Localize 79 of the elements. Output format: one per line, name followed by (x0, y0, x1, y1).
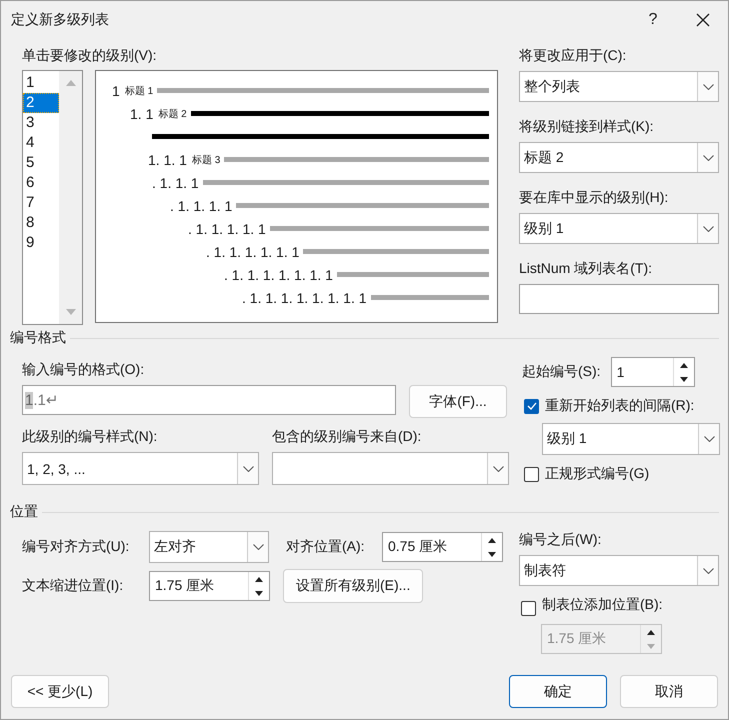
preview-number: . 1. 1. 1. 1. 1. 1 (206, 244, 300, 260)
preview-number: . 1. 1. 1. 1. 1. 1. 1 (224, 266, 333, 282)
cancel-button[interactable]: 取消 (620, 675, 718, 708)
spin-up-icon[interactable] (680, 362, 688, 368)
level-list-label: 单击要修改的级别(V): (22, 47, 158, 65)
chevron-down-icon (492, 466, 504, 472)
aligned-at-label: 对齐位置(A): (286, 538, 366, 556)
help-button[interactable]: ? (628, 2, 678, 38)
preview-style-name: 标题 1 (124, 84, 154, 98)
section-title: 位置 (10, 503, 38, 521)
gallery-level-label: 要在库中显示的级别(H): (519, 189, 670, 207)
level-listbox[interactable]: 1 2 3 4 5 6 7 8 9 (22, 70, 83, 325)
number-style-label: 此级别的编号样式(N): (22, 428, 158, 446)
window-title: 定义新多级列表 (11, 11, 110, 29)
level-item[interactable]: 4 (23, 133, 59, 153)
spin-down-icon[interactable] (680, 376, 688, 382)
chevron-down-icon (702, 154, 714, 160)
level-item[interactable]: 6 (23, 173, 59, 193)
apply-to-dropdown[interactable]: 整个列表 (519, 71, 719, 102)
tab-stop-label: 制表位添加位置(B): (542, 596, 663, 614)
chevron-down-icon (252, 544, 264, 550)
link-style-dropdown[interactable]: 标题 2 (519, 142, 719, 173)
listnum-label: ListNum 域列表名(T): (519, 260, 653, 278)
aligned-at-spinner[interactable]: 0.75 厘米 (382, 532, 503, 562)
link-style-label: 将级别链接到样式(K): (519, 118, 655, 136)
start-at-label: 起始编号(S): (522, 363, 601, 381)
chevron-down-icon (702, 568, 714, 574)
preview-number: 1 (112, 82, 120, 98)
restart-label: 重新开始列表的间隔(R): (545, 397, 694, 415)
chevron-down-icon (242, 466, 254, 472)
alignment-label: 编号对齐方式(U): (22, 538, 130, 556)
start-at-spinner[interactable]: 1 (610, 357, 695, 387)
restart-checkbox[interactable] (524, 398, 539, 414)
apply-to-label: 将更改应用于(C): (519, 47, 628, 65)
spin-down-icon[interactable] (255, 590, 263, 596)
preview-number: 1. 1 (130, 106, 154, 122)
restart-level-dropdown[interactable]: 级别 1 (542, 423, 720, 455)
text-indent-label: 文本缩进位置(I): (22, 577, 124, 595)
preview-number: . 1. 1. 1. 1. 1. 1. 1. 1 (242, 290, 367, 306)
section-title: 编号格式 (10, 329, 66, 347)
follow-number-label: 编号之后(W): (519, 531, 602, 549)
preview-number: . 1. 1. 1 (152, 174, 199, 190)
number-style-dropdown[interactable]: 1, 2, 3, ... (22, 452, 259, 485)
listnum-input[interactable] (519, 284, 719, 314)
close-icon (696, 13, 710, 27)
level-item[interactable]: 8 (23, 213, 59, 233)
legal-numbering-label: 正规形式编号(G) (545, 465, 650, 483)
chevron-down-icon (702, 84, 714, 90)
preview-style-name: 标题 3 (192, 154, 220, 166)
include-level-label: 包含的级别编号来自(D): (272, 428, 422, 446)
spin-up-icon[interactable] (647, 630, 655, 634)
level-item[interactable]: 5 (23, 153, 59, 173)
preview-number: . 1. 1. 1. 1. 1 (188, 220, 266, 236)
level-item[interactable]: 1 (23, 73, 59, 93)
level-item[interactable]: 3 (23, 113, 59, 133)
text-indent-spinner[interactable]: 1.75 厘米 (149, 571, 270, 601)
chevron-down-icon (704, 436, 714, 442)
format-label: 输入编号的格式(O): (22, 361, 146, 379)
spin-up-icon[interactable] (255, 576, 263, 582)
level-item[interactable]: 7 (23, 193, 59, 213)
set-all-levels-button[interactable]: 设置所有级别(E)... (283, 569, 424, 603)
spin-down-icon[interactable] (488, 552, 496, 556)
less-button[interactable]: << 更少(L) (11, 675, 109, 708)
preview-number: 1. 1. 1 (148, 152, 187, 168)
spin-up-icon[interactable] (488, 538, 496, 542)
follow-number-dropdown[interactable]: 制表符 (519, 555, 719, 586)
level-item[interactable]: 9 (23, 233, 59, 253)
legal-numbering-checkbox[interactable] (524, 466, 539, 482)
preview-style-name: 标题 2 (158, 108, 187, 120)
tab-stop-checkbox[interactable] (521, 600, 536, 616)
font-button[interactable]: 字体(F)... (409, 385, 507, 418)
level-item[interactable]: 2 (23, 93, 59, 113)
preview-number: . 1. 1. 1. 1 (170, 198, 232, 214)
chevron-down-icon (702, 226, 714, 232)
ok-button[interactable]: 确定 (509, 675, 607, 708)
alignment-dropdown[interactable]: 左对齐 (149, 531, 269, 563)
gallery-level-dropdown[interactable]: 级别 1 (519, 213, 719, 244)
check-icon (526, 402, 536, 410)
number-format-input[interactable]: 1.1↵ (22, 385, 396, 415)
